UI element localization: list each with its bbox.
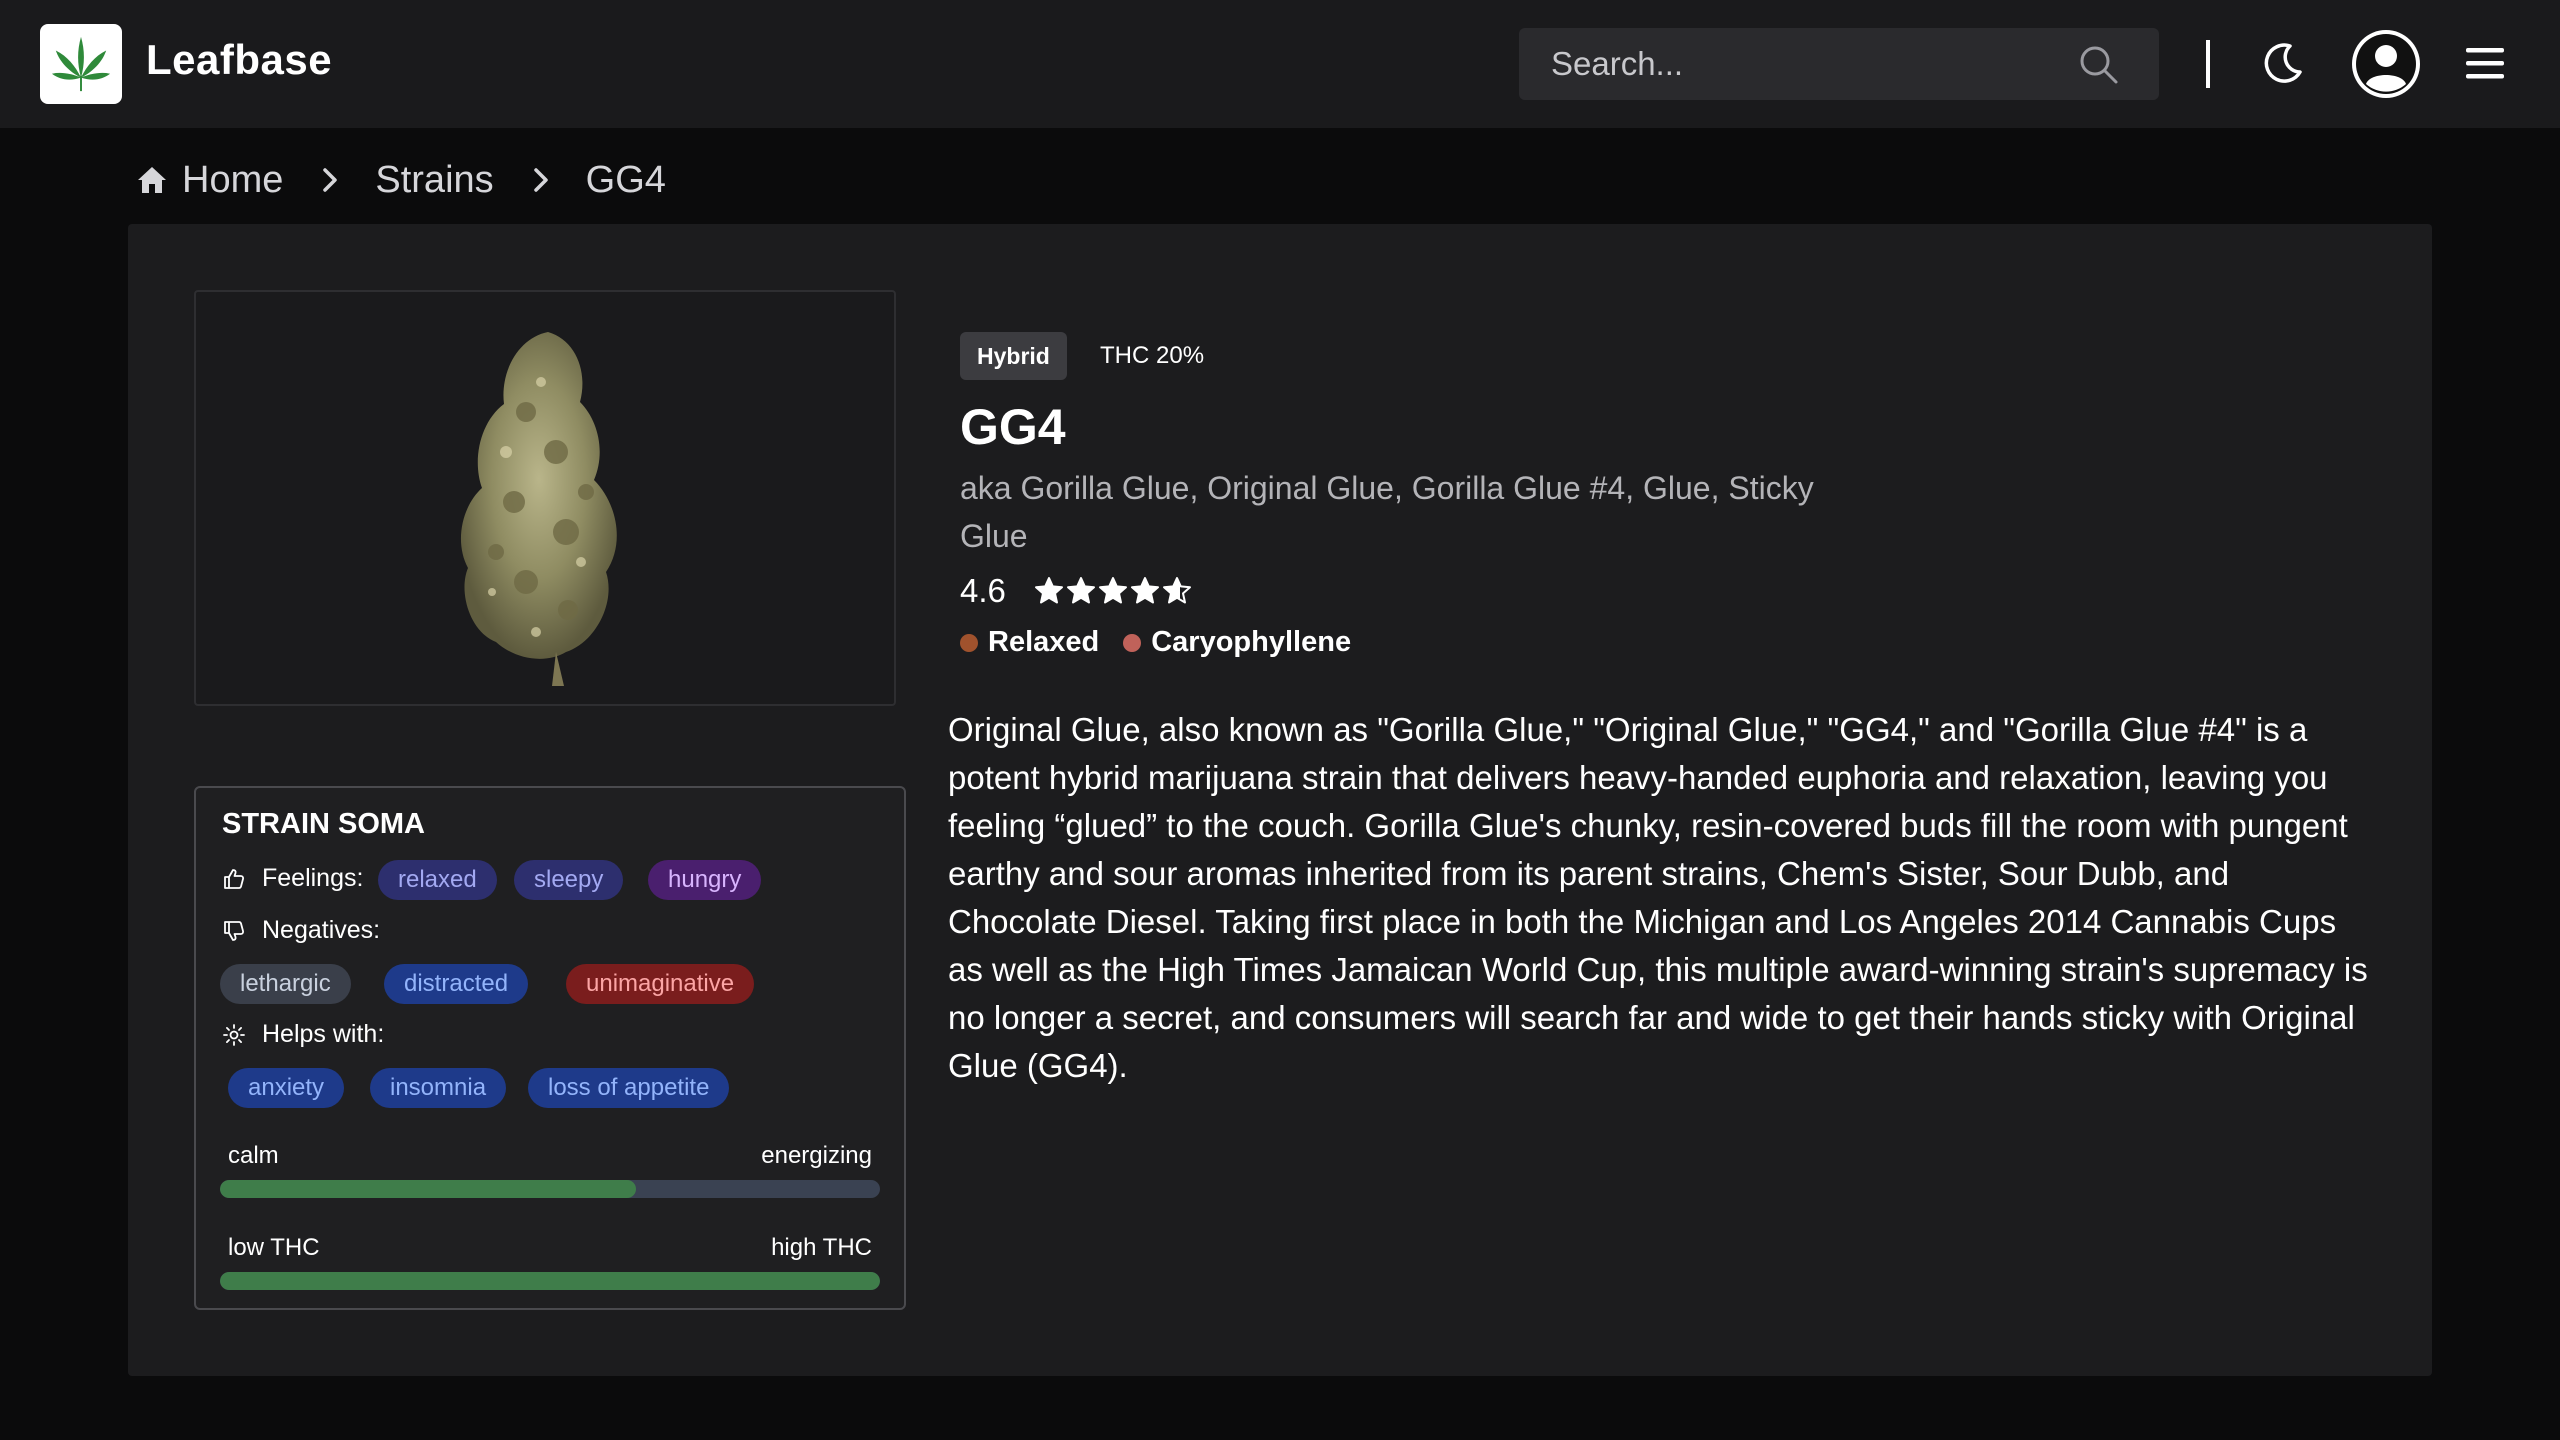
strain-description: Original Glue, also known as "Gorilla Gl… — [948, 711, 2368, 1084]
home-icon[interactable] — [136, 165, 168, 195]
breadcrumb-home[interactable]: Home — [182, 159, 283, 202]
helps-row: Helps with: — [222, 1020, 384, 1049]
search-icon[interactable] — [2079, 45, 2119, 85]
thumbs-down-icon — [222, 919, 248, 943]
helps-chip[interactable]: anxiety — [228, 1068, 345, 1108]
thc-bar — [220, 1272, 880, 1290]
breadcrumb-current: GG4 — [585, 158, 666, 201]
moon-icon[interactable] — [2262, 42, 2304, 84]
negative-chip[interactable]: unimaginative — [566, 964, 755, 1004]
star-icon — [1162, 577, 1191, 604]
scale-low-thc-label: low THC — [228, 1234, 320, 1261]
feeling-chip[interactable]: relaxed — [378, 860, 497, 900]
feelings-row: Feelings: — [222, 864, 363, 893]
feelings-label: Feelings: — [262, 864, 364, 892]
calm-energizing-bar — [220, 1180, 880, 1198]
chevron-right-icon — [321, 166, 339, 194]
tag-dot — [1123, 633, 1142, 652]
gear-icon — [222, 1023, 248, 1047]
thumbs-up-icon — [222, 867, 248, 891]
top-nav-bar: Leafbase — [0, 0, 2560, 128]
helps-chip[interactable]: loss of appetite — [528, 1068, 730, 1108]
feeling-chip[interactable]: sleepy — [514, 860, 624, 900]
star-icon — [1066, 577, 1095, 604]
breadcrumb: Home Strains GG4 — [136, 156, 666, 204]
star-icon — [1034, 577, 1063, 604]
strain-tags: Relaxed Caryophyllene — [960, 626, 1375, 659]
search-input[interactable] — [1519, 28, 2079, 100]
tag-label: Caryophyllene — [1151, 626, 1352, 658]
user-avatar[interactable] — [2352, 30, 2420, 98]
rating-value: 4.6 — [960, 572, 1006, 609]
rating[interactable]: 4.6 — [960, 572, 1194, 610]
soma-title: STRAIN SOMA — [222, 808, 425, 840]
star-icon — [1130, 577, 1159, 604]
effect-tag[interactable]: Relaxed — [960, 626, 1099, 659]
negative-chip[interactable]: distracted — [384, 964, 529, 1004]
logo[interactable] — [40, 24, 122, 104]
scale-energizing-label: energizing — [761, 1142, 872, 1169]
tag-dot — [960, 633, 978, 652]
strain-type-badge[interactable]: Hybrid — [960, 332, 1067, 380]
feeling-chip[interactable]: hungry — [648, 860, 762, 900]
negatives-label: Negatives: — [262, 916, 381, 944]
strain-aka: aka Gorilla Glue, Original Glue, Gorilla… — [960, 470, 1814, 554]
scale-high-thc-label: high THC — [771, 1234, 872, 1261]
strain-name: GG4 — [960, 399, 1066, 455]
chevron-right-icon — [532, 166, 550, 194]
scale-calm-label: calm — [228, 1142, 279, 1169]
breadcrumb-strains[interactable]: Strains — [375, 159, 493, 202]
nav-divider — [2206, 40, 2210, 88]
thc-label: THC 20% — [1100, 342, 1205, 369]
rating-stars — [1034, 576, 1194, 606]
user-avatar-icon — [2356, 34, 2416, 94]
calm-energizing-bar-fill — [220, 1180, 636, 1198]
negatives-row: Negatives: — [222, 916, 380, 945]
strain-soma-panel: STRAIN SOMA Feelings: relaxed sleepy hun… — [194, 786, 906, 1310]
search-box[interactable] — [1519, 28, 2159, 100]
cannabis-leaf-logo-icon — [51, 36, 111, 92]
cannabis-bud-image — [460, 332, 617, 686]
app-name[interactable]: Leafbase — [146, 36, 332, 84]
terpene-tag[interactable]: Caryophyllene — [1123, 626, 1351, 659]
thc-bar-fill — [220, 1272, 880, 1290]
helps-label: Helps with: — [262, 1020, 385, 1048]
tag-label: Relaxed — [988, 626, 1100, 658]
negative-chip[interactable]: lethargic — [220, 964, 351, 1004]
strain-image-frame — [194, 290, 896, 706]
helps-chip[interactable]: insomnia — [370, 1068, 507, 1108]
menu-icon[interactable] — [2466, 46, 2504, 80]
star-icon — [1098, 577, 1127, 604]
